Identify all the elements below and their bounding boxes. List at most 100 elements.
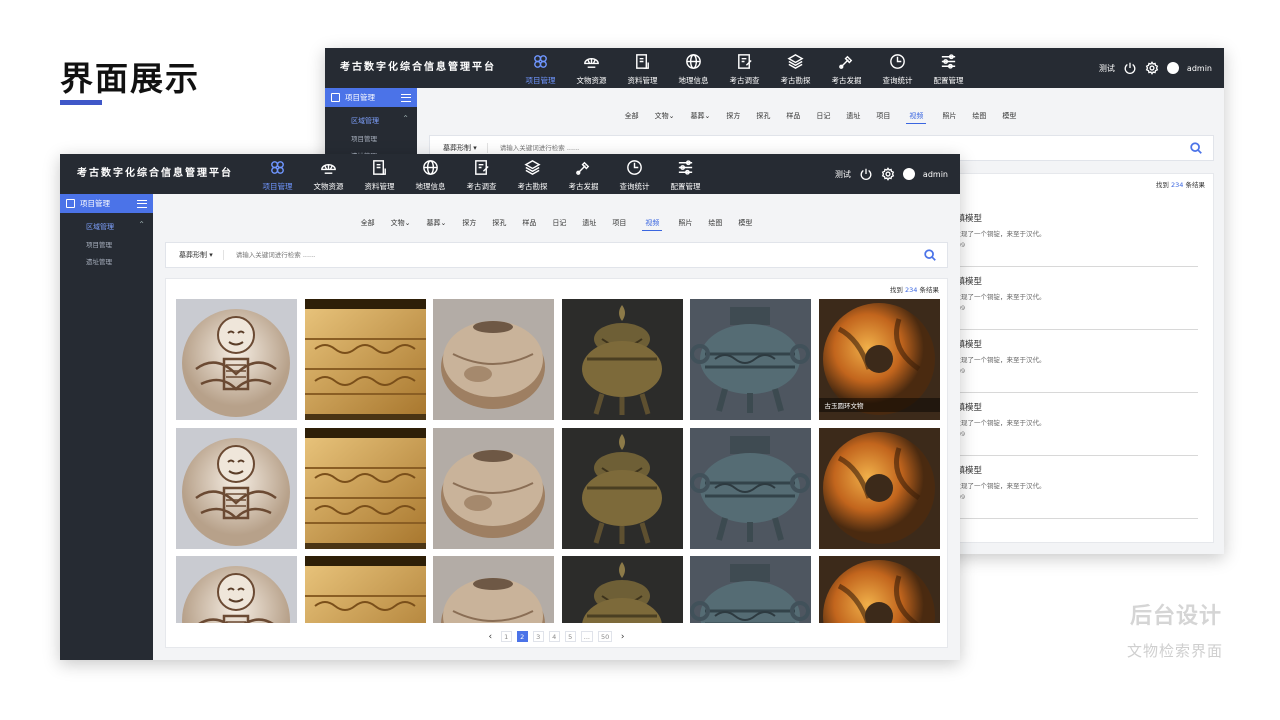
tab-9[interactable]: 项目	[612, 218, 626, 231]
artifact-thumbnail[interactable]	[176, 427, 297, 549]
tab-8[interactable]: 遗址	[846, 111, 860, 124]
tab-8[interactable]: 遗址	[582, 218, 596, 231]
gear-icon[interactable]	[1145, 61, 1159, 75]
tab-7[interactable]: 日记	[552, 218, 566, 231]
artifact-thumbnail[interactable]	[818, 427, 940, 549]
page-button[interactable]: 1	[500, 631, 512, 642]
nav-item-8[interactable]: 查询统计	[872, 48, 923, 86]
list-item[interactable]: …镇模型…发现了一个铜锭，来至于汉代。…-09	[948, 267, 1198, 330]
tab-2[interactable]: 文物⌄	[655, 111, 675, 124]
tab-1[interactable]: 全部	[625, 111, 639, 124]
tab-13[interactable]: 模型	[1002, 111, 1016, 124]
artifact-thumbnail[interactable]	[176, 556, 297, 623]
tab-1[interactable]: 全部	[361, 218, 375, 231]
tab-9[interactable]: 项目	[876, 111, 890, 124]
search-input[interactable]	[487, 144, 1189, 152]
username[interactable]: admin	[1187, 64, 1212, 73]
tab-11[interactable]: 照片	[942, 111, 956, 124]
collapse-icon[interactable]	[137, 199, 147, 208]
nav-item-8[interactable]: 查询统计	[609, 154, 660, 192]
artifact-thumbnail[interactable]: 古玉圆环文物	[818, 299, 940, 420]
sidebar-group-area[interactable]: 区域管理	[325, 107, 417, 126]
artifact-thumbnail[interactable]	[818, 556, 940, 623]
list-item[interactable]: …镇模型…发现了一个铜锭，来至于汉代。…-09	[948, 393, 1198, 456]
artifact-thumbnail[interactable]	[433, 427, 554, 549]
artifact-thumbnail[interactable]	[304, 556, 426, 623]
tab-6[interactable]: 样品	[522, 218, 536, 231]
next-page-icon[interactable]: ›	[617, 631, 628, 642]
avatar[interactable]	[1166, 62, 1179, 74]
search-type-select[interactable]: 墓葬形制 ▾	[430, 143, 488, 153]
page-button[interactable]: 50	[597, 631, 613, 642]
tab-10[interactable]: 视频	[906, 111, 927, 124]
tab-10[interactable]: 视频	[642, 218, 663, 231]
nav-item-5[interactable]: 考古调查	[719, 48, 770, 86]
collapse-icon[interactable]	[401, 93, 411, 102]
sidebar-item-project[interactable]: 项目管理	[325, 126, 417, 143]
page-button[interactable]: 3	[532, 631, 544, 642]
search-icon[interactable]	[923, 248, 937, 262]
sidebar-head[interactable]: 项目管理	[60, 194, 153, 213]
nav-item-6[interactable]: 考古勘探	[770, 48, 821, 86]
nav-item-3[interactable]: 资料管理	[354, 154, 405, 192]
artifact-thumbnail[interactable]	[690, 556, 811, 623]
artifact-thumbnail[interactable]	[433, 299, 554, 420]
tab-5[interactable]: 探孔	[492, 218, 506, 231]
power-icon[interactable]	[1123, 61, 1137, 75]
nav-item-7[interactable]: 考古发掘	[558, 154, 609, 192]
search-icon[interactable]	[1189, 141, 1203, 155]
artifact-thumbnail[interactable]	[690, 427, 811, 549]
tab-7[interactable]: 日记	[816, 111, 830, 124]
artifact-thumbnail[interactable]	[561, 427, 683, 549]
tab-6[interactable]: 样品	[786, 111, 800, 124]
sidebar-item-site[interactable]: 遗址管理	[60, 249, 153, 266]
test-label[interactable]: 测试	[835, 169, 851, 180]
nav-item-5[interactable]: 考古调查	[456, 154, 507, 192]
avatar[interactable]	[902, 168, 915, 180]
tab-11[interactable]: 照片	[678, 218, 692, 231]
artifact-thumbnail[interactable]	[304, 427, 426, 549]
artifact-thumbnail[interactable]	[176, 299, 297, 420]
list-item[interactable]: …镇模型…发现了一个铜锭，来至于汉代。…-09	[948, 456, 1198, 519]
power-icon[interactable]	[859, 167, 873, 181]
artifact-thumbnail[interactable]	[561, 556, 683, 623]
list-item[interactable]: …镇模型…发现了一个铜锭，来至于汉代。…-09	[948, 330, 1198, 393]
search-input[interactable]	[223, 251, 923, 259]
tab-3[interactable]: 墓葬⌄	[427, 218, 447, 231]
tab-2[interactable]: 文物⌄	[391, 218, 411, 231]
tab-12[interactable]: 绘图	[972, 111, 986, 124]
prev-page-icon[interactable]: ‹	[485, 631, 496, 642]
username[interactable]: admin	[923, 170, 948, 179]
tab-5[interactable]: 探孔	[756, 111, 770, 124]
nav-item-4[interactable]: 地理信息	[668, 48, 719, 86]
tab-13[interactable]: 模型	[738, 218, 752, 231]
artifact-thumbnail[interactable]	[690, 299, 811, 420]
sidebar-head[interactable]: 项目管理	[325, 88, 417, 107]
artifact-thumbnail[interactable]	[561, 299, 683, 420]
nav-item-1[interactable]: 项目管理	[515, 48, 566, 86]
nav-item-3[interactable]: 资料管理	[617, 48, 668, 86]
tab-12[interactable]: 绘图	[708, 218, 722, 231]
artifact-thumbnail[interactable]	[433, 556, 554, 623]
nav-item-7[interactable]: 考古发掘	[821, 48, 872, 86]
artifact-thumbnail[interactable]	[304, 299, 426, 420]
page-button[interactable]: ...	[580, 631, 593, 642]
tab-3[interactable]: 墓葬⌄	[691, 111, 711, 124]
page-button[interactable]: 2	[516, 631, 528, 642]
nav-item-2[interactable]: 文物资源	[566, 48, 617, 86]
nav-item-6[interactable]: 考古勘探	[507, 154, 558, 192]
nav-item-9[interactable]: 配置管理	[660, 154, 711, 192]
gear-icon[interactable]	[881, 167, 895, 181]
list-item[interactable]: …镇模型…发现了一个铜锭，来至于汉代。…-09	[948, 204, 1198, 267]
sidebar-group-area[interactable]: 区域管理	[60, 213, 153, 232]
page-button[interactable]: 4	[548, 631, 560, 642]
tab-4[interactable]: 探方	[726, 111, 740, 124]
nav-item-9[interactable]: 配置管理	[923, 48, 974, 86]
sidebar-item-project[interactable]: 项目管理	[60, 232, 153, 249]
page-button[interactable]: 5	[564, 631, 576, 642]
tab-4[interactable]: 探方	[462, 218, 476, 231]
test-label[interactable]: 测试	[1099, 63, 1115, 74]
search-type-select[interactable]: 墓葬形制 ▾	[166, 250, 224, 260]
nav-item-2[interactable]: 文物资源	[303, 154, 354, 192]
nav-item-4[interactable]: 地理信息	[405, 154, 456, 192]
